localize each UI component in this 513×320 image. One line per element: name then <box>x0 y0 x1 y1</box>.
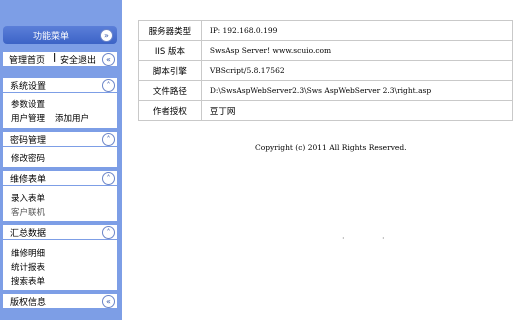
double-chevron-up-icon[interactable]: ˄ <box>102 79 115 92</box>
row-value: VBScript/5.8.17562 <box>200 60 513 81</box>
table-row: 脚本引擎 VBScript/5.8.17562 <box>138 60 513 81</box>
menu-item-user-manage[interactable]: 用户管理 <box>11 112 45 124</box>
section-body-summary: 维修明细 统计报表 搜索表单 <box>3 240 117 290</box>
double-chevron-up-icon[interactable]: ˄ <box>102 172 115 185</box>
function-menu-label: 功能菜单 <box>32 32 69 42</box>
table-row: IIS 版本 SwsAsp Server! www.scuio.com <box>138 40 513 61</box>
section-body-repair: 录入表单 客户联机 <box>3 186 117 221</box>
row-value: 豆丁网 <box>200 100 513 121</box>
double-chevron-left-icon[interactable]: « <box>102 295 115 308</box>
nav-separator: | <box>53 53 57 63</box>
section-body-system: 参数设置 用户管理 添加用户 <box>3 93 117 128</box>
row-key: 脚本引擎 <box>138 60 202 81</box>
nav-bar: 管理首页 | 安全退出 « <box>3 52 117 66</box>
decorative-dot: · <box>342 234 345 243</box>
server-info-table: 服务器类型 IP: 192.168.0.199 IIS 版本 SwsAsp Se… <box>138 20 513 121</box>
menu-item-customer-online[interactable]: 客户联机 <box>11 206 45 218</box>
menu-item-add-user[interactable]: 添加用户 <box>55 112 89 124</box>
section-title: 系统设置 <box>10 82 47 92</box>
table-row: 作者授权 豆丁网 <box>138 100 513 121</box>
decorative-dot: · <box>382 234 385 243</box>
main-content: 服务器类型 IP: 192.168.0.199 IIS 版本 SwsAsp Se… <box>122 0 513 320</box>
copyright-text: Copyright (c) 2011 All Rights Reserved. <box>255 143 407 152</box>
section-title: 版权信息 <box>10 298 47 308</box>
double-chevron-down-icon[interactable]: » <box>100 29 113 42</box>
home-link[interactable]: 管理首页 <box>9 53 45 66</box>
row-value: D:\SwsAspWebServer2.3\Sws AspWebServer 2… <box>200 80 513 101</box>
section-title: 汇总数据 <box>10 229 47 239</box>
logout-link[interactable]: 安全退出 <box>60 53 96 66</box>
menu-item-search-form[interactable]: 搜索表单 <box>11 275 45 287</box>
row-key: IIS 版本 <box>138 40 202 61</box>
menu-item-params[interactable]: 参数设置 <box>11 98 45 110</box>
section-title: 密码管理 <box>10 136 47 146</box>
section-header-summary[interactable]: 汇总数据 ˄ <box>3 225 117 239</box>
menu-item-stats-report[interactable]: 统计报表 <box>11 261 45 273</box>
row-key: 作者授权 <box>138 100 202 121</box>
table-row: 文件路径 D:\SwsAspWebServer2.3\Sws AspWebSer… <box>138 80 513 101</box>
section-title: 维修表单 <box>10 175 47 185</box>
function-menu-button[interactable]: 功能菜单 » <box>3 26 117 44</box>
row-key: 服务器类型 <box>138 20 202 41</box>
row-key: 文件路径 <box>138 80 202 101</box>
menu-item-enter-form[interactable]: 录入表单 <box>11 192 45 204</box>
double-chevron-left-icon[interactable]: « <box>102 53 115 66</box>
menu-item-repair-detail[interactable]: 维修明细 <box>11 247 45 259</box>
table-row: 服务器类型 IP: 192.168.0.199 <box>138 20 513 41</box>
sidebar: 功能菜单 » 管理首页 | 安全退出 « 系统设置 ˄ 参数设置 用户管理 添加… <box>0 0 122 320</box>
row-value: IP: 192.168.0.199 <box>200 20 513 41</box>
section-header-copyright[interactable]: 版权信息 « <box>3 294 117 308</box>
double-chevron-up-icon[interactable]: ˄ <box>102 226 115 239</box>
double-chevron-up-icon[interactable]: ˄ <box>102 133 115 146</box>
section-body-password: 修改密码 <box>3 147 117 167</box>
section-header-password[interactable]: 密码管理 ˄ <box>3 132 117 146</box>
section-header-repair[interactable]: 维修表单 ˄ <box>3 171 117 185</box>
section-header-system[interactable]: 系统设置 ˄ <box>3 78 117 92</box>
menu-item-change-password[interactable]: 修改密码 <box>11 152 45 164</box>
row-value: SwsAsp Server! www.scuio.com <box>200 40 513 61</box>
